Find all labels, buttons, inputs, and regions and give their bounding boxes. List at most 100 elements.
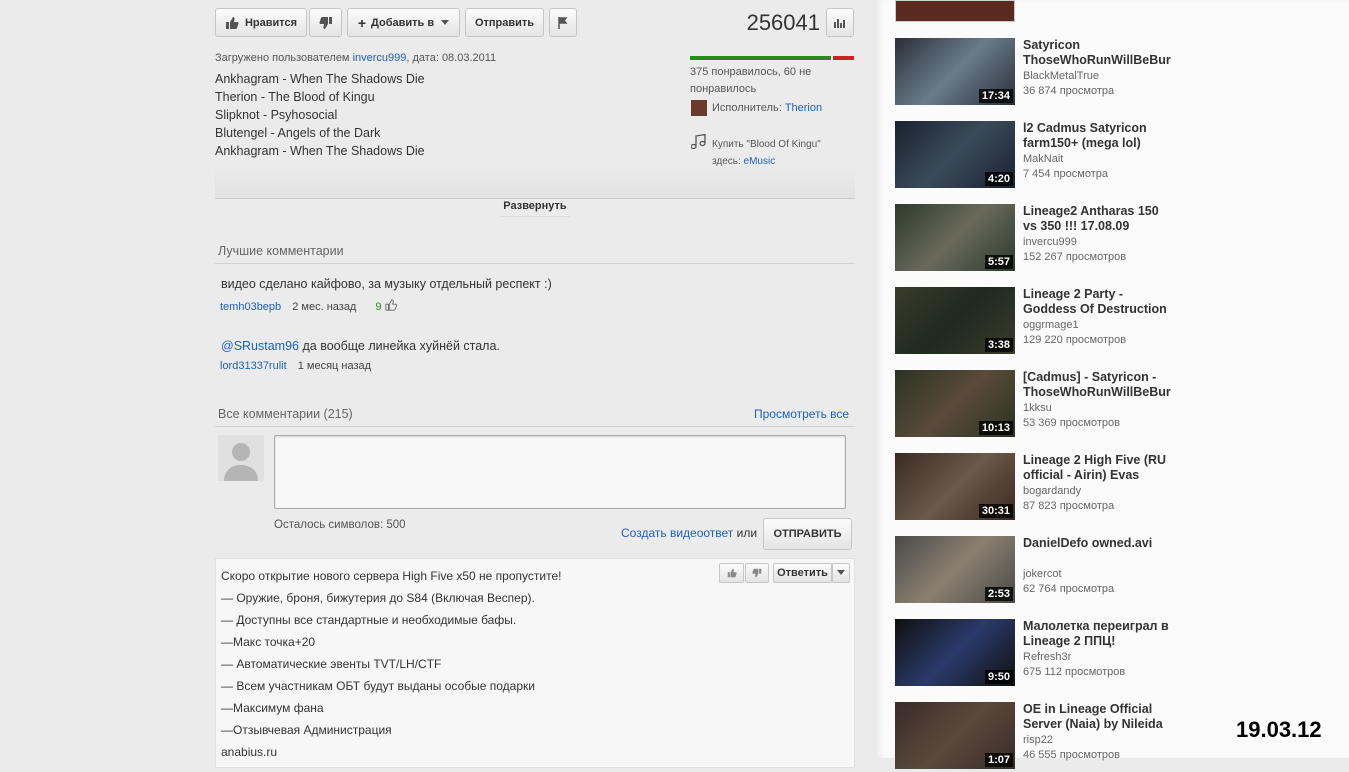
video-title[interactable]: Satyricon ThoseWhoRunWillBeBur — [1023, 38, 1195, 68]
video-thumbnail[interactable]: 17:34 — [895, 38, 1015, 105]
video-views: 129 220 просмотров — [1023, 334, 1127, 346]
video-thumbnail[interactable]: 30:31 — [895, 453, 1015, 520]
related-video[interactable]: 3:38 Lineage 2 Party - Goddess Of Destruct… — [895, 287, 1195, 357]
thumbs-up-icon — [225, 16, 239, 29]
comment-text: Скоро открытие нового сервера High Five … — [221, 565, 561, 763]
comment-dislike-button[interactable] — [745, 563, 769, 583]
video-title-line: Goddess Of Destruction — [1023, 302, 1167, 316]
video-duration: 17:34 — [978, 89, 1013, 103]
video-reply-link[interactable]: Создать видеоответ — [621, 526, 733, 540]
comment-time: 2 мес. назад — [292, 301, 357, 313]
rating-bar-likes — [690, 56, 832, 60]
upload-date: , дата: 08.03.2011 — [406, 52, 497, 64]
related-video[interactable]: 5:57 Lineage2 Antharas 150 vs 350 !!! 17.0… — [895, 204, 1195, 274]
video-author: 1kksu — [1023, 402, 1052, 414]
divider — [215, 263, 855, 264]
expand-button[interactable]: Развернуть — [500, 200, 570, 217]
music-note-icon — [691, 134, 706, 150]
video-title-line: Satyricon — [1023, 38, 1080, 52]
video-thumbnail[interactable]: 1:07 — [895, 702, 1015, 769]
date-stamp: 19.03.12 — [1236, 717, 1322, 742]
video-title-line: [Cadmus] - Satyricon - — [1023, 370, 1157, 384]
video-duration: 30:31 — [978, 504, 1013, 518]
artist-info: Исполнитель: Therion — [712, 102, 822, 114]
rating-bar — [690, 56, 854, 60]
video-title-line: Lineage 2 ППЦ! — [1023, 634, 1116, 648]
comment-time: 1 месяц назад — [297, 360, 372, 372]
flag-button[interactable] — [549, 8, 577, 37]
plus-icon: + — [357, 14, 367, 31]
video-views: 62 764 просмотра — [1023, 583, 1115, 595]
video-title[interactable]: DanielDefo owned.avi — [1023, 536, 1195, 551]
video-title[interactable]: Lineage 2 Party - Goddess Of Destruction — [1023, 287, 1195, 317]
avatar — [218, 435, 264, 481]
view-all-link[interactable]: Просмотреть все — [754, 407, 849, 421]
mention-link[interactable]: @SRustam96 — [221, 339, 299, 353]
related-video[interactable]: 17:34 Satyricon ThoseWhoRunWillBeBur BlackM… — [895, 38, 1195, 108]
related-video[interactable]: 1:07 OE in Lineage Official Server (Naia) … — [895, 702, 1195, 772]
thumbs-up-icon[interactable] — [385, 299, 397, 311]
top-comments-heading: Лучшие комментарии — [218, 244, 344, 258]
video-thumbnail[interactable]: 10:13 — [895, 370, 1015, 437]
add-to-button[interactable]: + Добавить в — [347, 8, 460, 37]
chevron-down-icon — [441, 19, 450, 25]
video-title[interactable]: Lineage2 Antharas 150 vs 350 !!! 17.08.09 — [1023, 204, 1195, 234]
flag-icon — [558, 16, 568, 29]
send-comment-button[interactable]: ОТПРАВИТЬ — [763, 518, 852, 550]
thumbs-down-icon — [318, 16, 332, 29]
video-title-line: farm150+ (mega lol) — [1023, 136, 1141, 150]
video-thumbnail[interactable]: 4:20 — [895, 121, 1015, 188]
comment-author[interactable]: temh03bepb — [220, 301, 281, 313]
divider — [215, 198, 855, 199]
related-video[interactable]: 10:13 [Cadmus] - Satyricon - ThoseWhoRunWi… — [895, 370, 1195, 440]
video-duration: 5:57 — [984, 255, 1013, 269]
thumbs-down-icon — [752, 568, 762, 578]
divider — [215, 426, 855, 427]
related-video[interactable]: 30:31 Lineage 2 High Five (RU official - A… — [895, 453, 1195, 523]
buy-line: Купить "Blood Of Kingu" — [712, 139, 821, 150]
chars-left: Осталось символов: 500 — [274, 519, 406, 531]
video-author: Refresh3r — [1023, 651, 1072, 663]
thumbs-up-icon — [727, 568, 737, 578]
like-button[interactable]: Нравится — [215, 8, 307, 37]
video-title[interactable]: l2 Cadmus Satyricon farm150+ (mega lol) — [1023, 121, 1195, 151]
video-title[interactable]: Малолетка переиграл в Lineage 2 ППЦ! — [1023, 619, 1195, 649]
stats-button[interactable] — [826, 8, 854, 37]
video-author: jokercot — [1023, 568, 1062, 580]
share-button[interactable]: Отправить — [465, 8, 544, 37]
uploader-link[interactable]: invercu999 — [353, 52, 407, 64]
video-views: 675 112 просмотров — [1023, 666, 1126, 678]
description-line: Therion - The Blood of Kingu — [215, 90, 375, 104]
comment-line: —Макс точка+20 — [221, 635, 316, 649]
video-duration: 9:50 — [984, 670, 1013, 684]
dislike-button[interactable] — [309, 8, 342, 37]
comment-author[interactable]: lord31337rulit — [220, 360, 287, 372]
comment-like-button[interactable] — [719, 563, 744, 583]
comment-line: —Отзывчевая Администрация — [221, 723, 392, 737]
video-title[interactable]: [Cadmus] - Satyricon - ThoseWhoRunWillBeB… — [1023, 370, 1195, 400]
video-thumbnail[interactable]: 5:57 — [895, 204, 1015, 271]
reply-button[interactable]: Ответить — [773, 563, 832, 583]
video-views: 53 369 просмотров — [1023, 417, 1120, 429]
video-thumbnail[interactable]: 2:53 — [895, 536, 1015, 603]
related-video[interactable]: 9:50 Малолетка переиграл в Lineage 2 ППЦ! R… — [895, 619, 1195, 689]
comment-input[interactable] — [274, 435, 846, 509]
reply-menu-button[interactable] — [832, 563, 850, 583]
artist-link[interactable]: Therion — [785, 102, 822, 114]
video-title-line: DanielDefo owned.avi — [1023, 536, 1153, 550]
video-thumbnail[interactable] — [895, 0, 1015, 22]
related-video[interactable]: 2:53 DanielDefo owned.avi jokercot 62 764 п… — [895, 536, 1195, 606]
view-count: 256041 — [746, 10, 820, 35]
video-views: 87 823 просмотра — [1023, 500, 1115, 512]
video-title[interactable]: Lineage 2 High Five (RU official - Airin)… — [1023, 453, 1195, 483]
video-title[interactable]: OE in Lineage Official Server (Naia) by N… — [1023, 702, 1195, 732]
video-thumbnail[interactable]: 9:50 — [895, 619, 1015, 686]
description-line: Blutengel - Angels of the Dark — [215, 126, 381, 140]
like-label: Нравится — [244, 16, 298, 29]
video-thumbnail[interactable]: 3:38 — [895, 287, 1015, 354]
artist-label: Исполнитель: — [712, 102, 785, 114]
add-to-label: Добавить в — [371, 16, 435, 29]
related-video[interactable]: 4:20 l2 Cadmus Satyricon farm150+ (mega lo… — [895, 121, 1195, 191]
video-duration: 3:38 — [984, 338, 1013, 352]
video-title-line: ThoseWhoRunWillBeBur — [1023, 53, 1171, 67]
